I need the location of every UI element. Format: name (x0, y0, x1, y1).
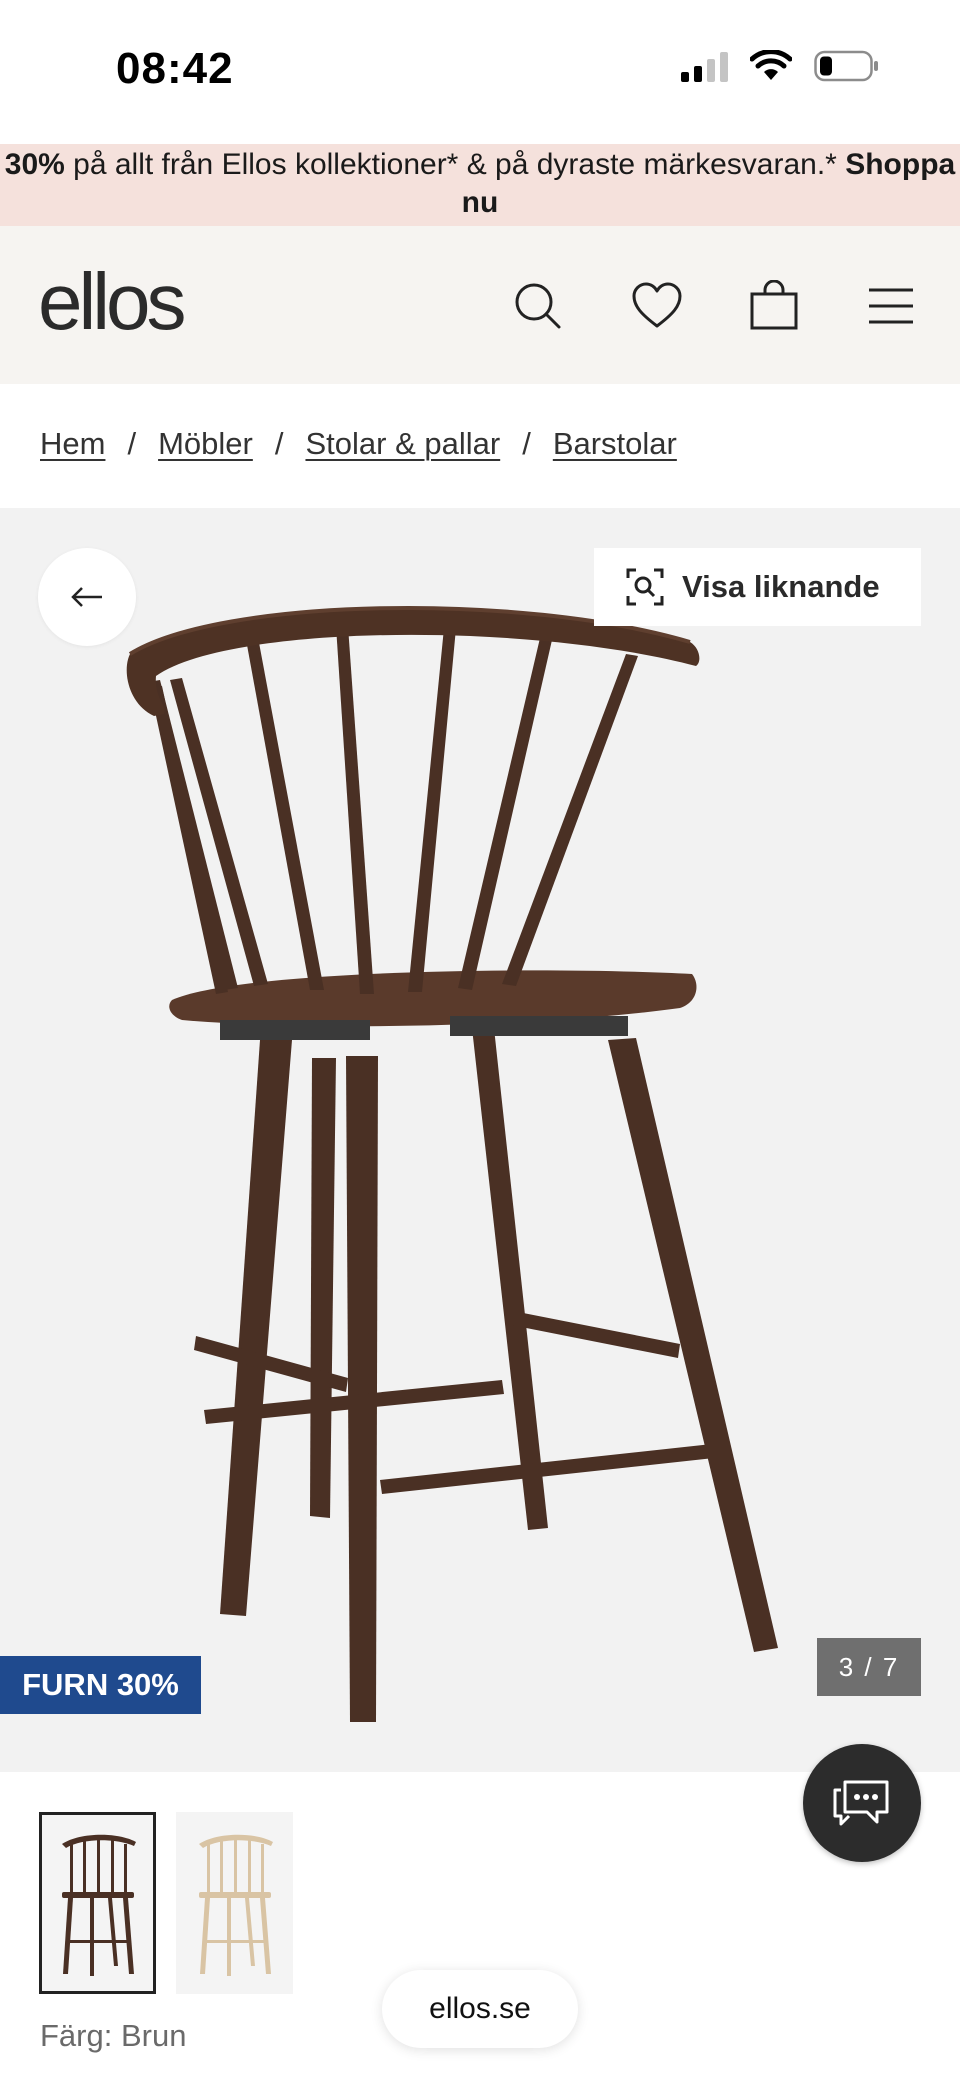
thumbnail-image (198, 1834, 273, 1976)
product-image-gallery[interactable]: Visa liknande FURN 30% 3 / 7 (0, 508, 960, 1772)
menu-icon[interactable] (861, 276, 921, 336)
image-counter: 3 / 7 (817, 1638, 921, 1696)
status-time: 08:42 (116, 44, 234, 93)
product-image[interactable] (100, 558, 800, 1738)
cellular-signal-icon (681, 50, 728, 82)
promo-text: på allt från Ellos kollektioner* & på dy… (64, 148, 846, 181)
promo-percent: 30% (4, 148, 65, 181)
arrow-left-icon (71, 587, 102, 607)
battery-icon (814, 50, 878, 82)
chat-button[interactable] (803, 1744, 921, 1862)
visa-liknande-button[interactable]: Visa liknande (594, 548, 921, 626)
site-header: ellos (0, 226, 960, 384)
wifi-icon (750, 50, 792, 80)
breadcrumb-separator: / (127, 426, 137, 461)
breadcrumb-item-stolar-pallar[interactable]: Stolar & pallar (305, 426, 500, 462)
breadcrumb-separator: / (522, 426, 531, 461)
breadcrumb-item-hem[interactable]: Hem (40, 426, 105, 462)
thumbnail-image (61, 1834, 136, 1976)
heart-icon[interactable] (627, 276, 687, 336)
search-icon[interactable] (508, 276, 568, 336)
status-icons (681, 50, 880, 82)
thumbnail-brun[interactable] (39, 1812, 156, 1994)
chat-icon (833, 1780, 889, 1826)
color-label: Färg: Brun (40, 2018, 187, 2053)
visual-search-icon (626, 568, 664, 606)
shopping-bag-icon[interactable] (744, 276, 804, 336)
visa-liknande-label: Visa liknande (682, 569, 880, 604)
discount-badge: FURN 30% (0, 1656, 201, 1714)
breadcrumb-item-mobler[interactable]: Möbler (158, 426, 253, 462)
browser-url-pill[interactable]: ellos.se (382, 1970, 578, 2048)
thumbnail-natur[interactable] (176, 1812, 293, 1994)
back-button[interactable] (38, 548, 136, 646)
breadcrumb-separator: / (274, 426, 284, 461)
breadcrumb: Hem / Möbler / Stolar & pallar / Barstol… (40, 426, 677, 462)
promo-banner[interactable]: 30% på allt från Ellos kollektioner* & p… (0, 144, 960, 226)
ellos-logo[interactable]: ellos (38, 256, 187, 348)
breadcrumb-item-barstolar[interactable]: Barstolar (553, 426, 677, 462)
status-bar: 08:42 (0, 0, 960, 144)
